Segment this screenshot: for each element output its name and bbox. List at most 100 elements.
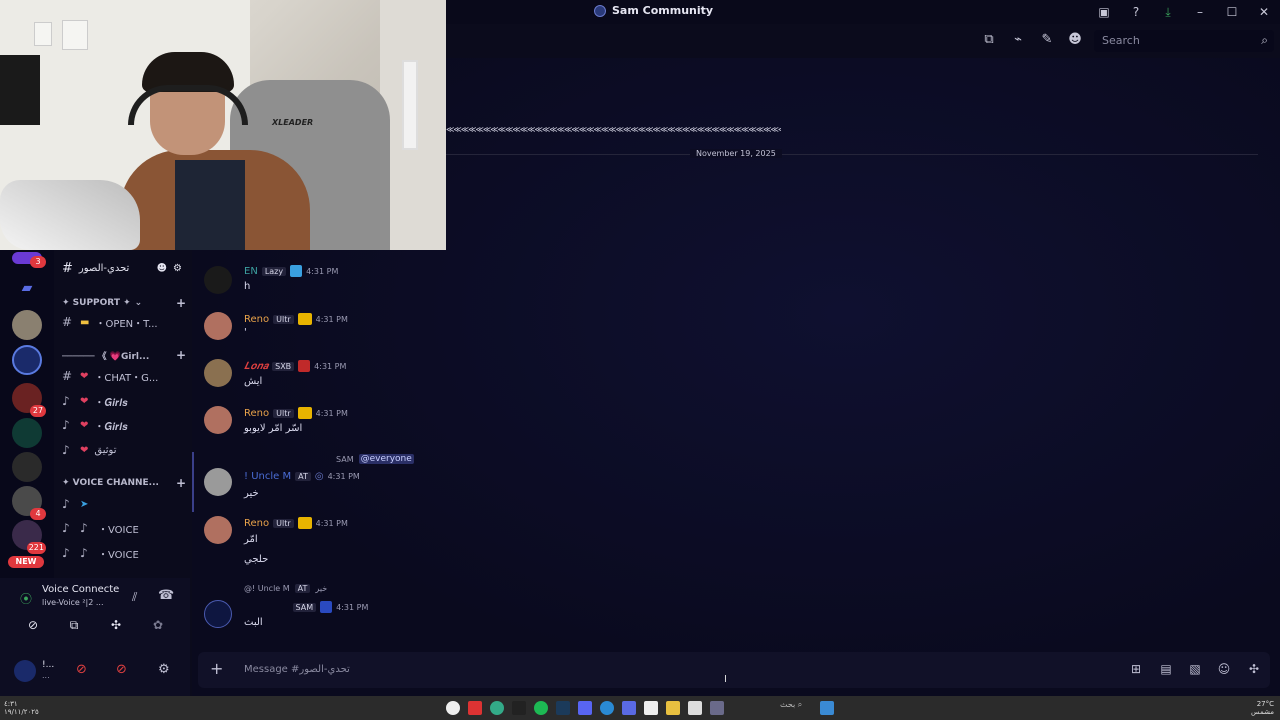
category-girls[interactable]: ────── 《 💗Girl... + (62, 348, 186, 362)
app-icon[interactable] (468, 701, 482, 715)
role-tag: Lazy (261, 266, 287, 276)
server-icon[interactable]: 3 (12, 252, 46, 268)
avatar[interactable] (204, 468, 232, 496)
message-composer[interactable]: + Message #تحدي-الصور ⊞ ▤ ▧ ☺ ✣ (198, 652, 1270, 688)
channel-voice[interactable]: ♪ ♪ ・VOICE (62, 544, 186, 562)
terminal-icon[interactable] (512, 701, 526, 715)
help-icon[interactable]: ? (1120, 5, 1152, 19)
avatar[interactable] (204, 359, 232, 387)
server-icon[interactable]: 221 (12, 520, 46, 554)
channel-voice-girls[interactable]: ♪ ❤ ・𝑮𝒊𝒓𝒍𝒔 (62, 416, 186, 434)
taskbar-search[interactable]: بحث ⌕ (742, 700, 814, 716)
attach-plus-icon[interactable]: + (210, 659, 223, 678)
message-author[interactable]: Reno (244, 518, 269, 529)
avatar[interactable] (204, 266, 232, 294)
message-author[interactable]: ! Uncle M (244, 471, 291, 482)
start-icon[interactable] (820, 701, 834, 715)
message-author[interactable] (244, 602, 289, 613)
server-icon[interactable] (12, 452, 42, 482)
server-icon[interactable] (12, 310, 42, 340)
discord-icon[interactable] (578, 701, 592, 715)
signal-icon[interactable]: ⦿ (20, 590, 32, 607)
sticker-icon[interactable]: ▧ (1187, 662, 1203, 678)
server-icon[interactable] (12, 418, 42, 448)
folder-icon[interactable] (666, 701, 680, 715)
channel-verify[interactable]: ♪ ❤ توثيق (62, 441, 186, 459)
task-view-icon[interactable] (688, 701, 702, 715)
camera-off-icon[interactable]: ⊘ (22, 618, 44, 638)
role-tag: Ultr (273, 408, 294, 418)
mic-muted-icon[interactable]: ⊘ (76, 662, 87, 677)
message-author[interactable]: Reno (244, 314, 269, 325)
message-author[interactable]: 𝑳𝒐𝒏𝒂 (244, 361, 268, 372)
add-channel-icon[interactable]: + (176, 348, 186, 362)
deafen-icon[interactable]: ⊘ (116, 662, 127, 677)
avatar[interactable] (204, 600, 232, 628)
app-title: Sam Community (594, 4, 713, 17)
channel-chat[interactable]: # ❤ ・CHAT・G... (62, 367, 186, 385)
widgets-icon[interactable] (710, 701, 724, 715)
search-icon: ⌕ (1261, 33, 1268, 47)
app-icon[interactable] (622, 701, 636, 715)
current-channel-header[interactable]: # تحدي-الصور ☻ ⚙ (54, 258, 190, 278)
activities-icon[interactable]: ✣ (105, 618, 127, 638)
reply-author: @! Uncle M (244, 584, 290, 593)
edge-icon[interactable] (600, 701, 614, 715)
steam-icon[interactable] (556, 701, 570, 715)
folder-icon[interactable]: ▰ (12, 280, 42, 310)
disconnect-icon[interactable]: ☎ (158, 588, 174, 603)
add-channel-icon[interactable]: + (176, 476, 186, 490)
settings-icon[interactable]: ⚙ (173, 263, 182, 274)
threads-icon[interactable]: ⧉ (980, 32, 998, 50)
maximize-icon[interactable]: ☐ (1216, 5, 1248, 19)
screen-share-icon[interactable]: ⧉ (63, 618, 85, 638)
channel-voice[interactable]: ♪ ♪ ・VOICE (62, 519, 186, 537)
soundboard-icon[interactable]: ✿ (147, 618, 169, 638)
screen-share-icon[interactable]: ▣ (1088, 5, 1120, 19)
add-channel-icon[interactable]: + (176, 296, 186, 310)
search-input[interactable]: Search ⌕ (1094, 30, 1274, 52)
weather-widget[interactable]: 27°C مشمس (1251, 700, 1274, 716)
mute-bell-icon[interactable]: ⌁ (1009, 32, 1027, 50)
chrome-icon[interactable] (490, 701, 504, 715)
message-author[interactable]: Reno (244, 408, 269, 419)
store-icon[interactable] (644, 701, 658, 715)
server-icon-active[interactable] (12, 345, 42, 375)
gift-icon[interactable]: ⊞ (1128, 662, 1144, 678)
reply-preview[interactable]: @! Uncle M AT خير (244, 584, 327, 593)
close-icon[interactable]: ✕ (1248, 5, 1280, 19)
pin-icon[interactable]: ✎ (1038, 32, 1056, 50)
category-support[interactable]: ✦ SUPPORT ✦ ⌄ + (62, 296, 186, 310)
media-icon[interactable] (446, 701, 460, 715)
voice-channel[interactable]: live-Voice ²|2 ... (42, 598, 104, 607)
reply-preview[interactable]: SAM @everyone (336, 454, 414, 464)
avatar[interactable] (204, 312, 232, 340)
avatar[interactable] (204, 516, 232, 544)
gif-icon[interactable]: ▤ (1158, 662, 1174, 678)
channel-voice-girls[interactable]: ♪ ❤ ・𝑮𝒊𝒓𝒍𝒔 (62, 392, 186, 410)
avatar[interactable] (14, 660, 36, 682)
category-voice[interactable]: ✦ VOICE CHANNE... + (62, 476, 186, 490)
mention[interactable]: @everyone (358, 454, 414, 464)
noise-suppression-icon[interactable]: ⫽ (132, 590, 137, 605)
server-icon[interactable]: 27 (12, 383, 46, 417)
add-member-icon[interactable]: ☻ (157, 263, 167, 274)
message-input[interactable]: Message #تحدي-الصور (244, 664, 350, 675)
apps-icon[interactable]: ✣ (1246, 662, 1262, 678)
members-icon[interactable]: ☻ (1066, 32, 1084, 50)
minimize-icon[interactable]: – (1184, 5, 1216, 19)
heart-icon: ❤ (80, 395, 89, 407)
message-author[interactable]: EN (244, 266, 258, 277)
server-badge: 3 (30, 256, 46, 268)
emoji-icon[interactable]: ☺ (1216, 662, 1232, 678)
download-icon[interactable]: ⤓ (1152, 5, 1184, 20)
avatar[interactable] (204, 406, 232, 434)
user-settings-icon[interactable]: ⚙ (158, 662, 170, 677)
crown-icon (297, 517, 312, 529)
taskbar-clock: ٤:٣١ ١٩/١١/٢٠٢٥ (4, 700, 39, 716)
channel-open[interactable]: # ▬ ・OPEN・T... (62, 313, 186, 331)
server-icon[interactable]: 4 (12, 486, 46, 520)
channel-voice[interactable]: ♪ ➤ (62, 495, 186, 513)
spotify-icon[interactable] (534, 701, 548, 715)
new-badge[interactable]: NEW (8, 556, 44, 568)
